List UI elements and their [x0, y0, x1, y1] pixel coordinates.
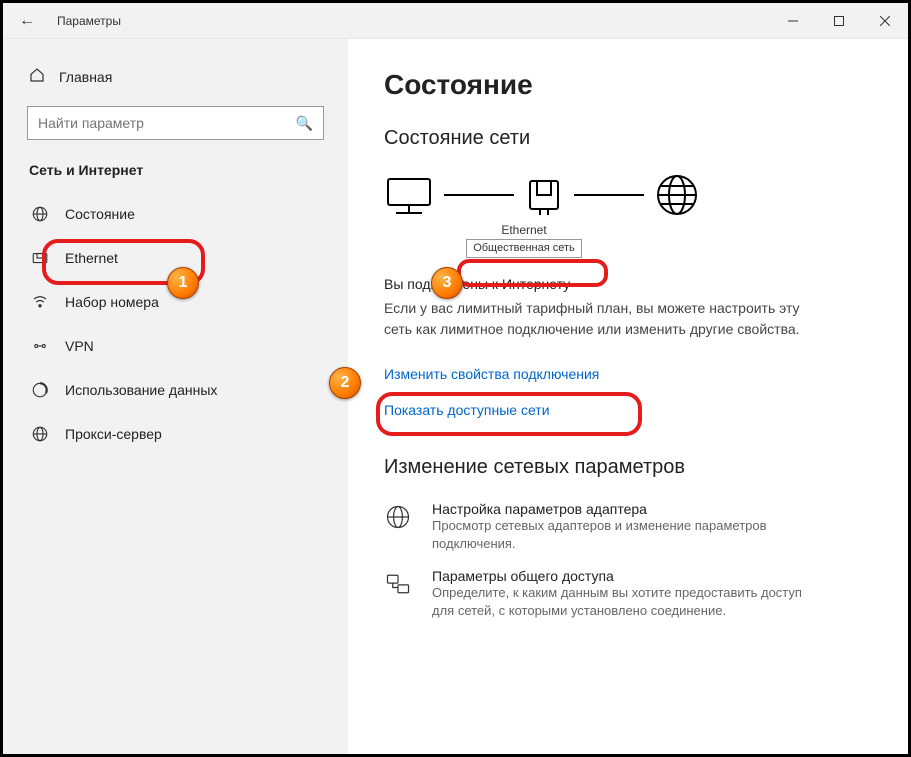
nav-item-ethernet[interactable]: Ethernet	[17, 236, 334, 280]
search-input[interactable]	[38, 115, 296, 131]
search-box[interactable]: 🔍	[27, 106, 324, 140]
search-icon: 🔍	[296, 115, 313, 132]
diagram-line	[444, 194, 514, 196]
computer-icon	[384, 175, 434, 215]
network-profile-label: Общественная сеть	[466, 239, 582, 258]
home-label: Главная	[59, 69, 112, 85]
maximize-button[interactable]	[816, 3, 862, 39]
back-button[interactable]: ←	[19, 12, 43, 30]
home-button[interactable]: Главная	[17, 61, 334, 92]
status-icon	[31, 205, 49, 223]
connected-heading: Вы подключены к Интернету	[384, 276, 872, 292]
connected-desc: Если у вас лимитный тарифный план, вы мо…	[384, 298, 824, 340]
nav-item-data-usage[interactable]: Использование данных	[17, 368, 334, 412]
network-diagram	[384, 172, 872, 218]
section-change-params: Изменение сетевых параметров	[384, 456, 872, 479]
adapter-settings-option[interactable]: Настройка параметров адаптера Просмотр с…	[384, 501, 872, 553]
dialup-icon	[31, 293, 49, 311]
option-desc: Определите, к каким данным вы хотите пре…	[432, 584, 812, 620]
sidebar: Главная 🔍 Сеть и Интернет Состояние Ethe…	[3, 39, 348, 754]
home-icon	[29, 67, 45, 86]
nav-item-vpn[interactable]: VPN	[17, 324, 334, 368]
show-available-networks-link[interactable]: Показать доступные сети	[384, 392, 872, 428]
data-usage-icon	[31, 381, 49, 399]
option-desc: Просмотр сетевых адаптеров и изменение п…	[432, 517, 812, 553]
nav-label: VPN	[65, 338, 94, 354]
minimize-button[interactable]	[770, 3, 816, 39]
adapter-name: Ethernet	[384, 222, 664, 239]
window-controls	[770, 3, 908, 39]
adapter-settings-icon	[384, 501, 416, 553]
section-status: Состояние сети	[384, 127, 872, 150]
globe-icon	[654, 172, 700, 218]
window-title: Параметры	[57, 14, 121, 28]
titlebar: ← Параметры	[3, 3, 908, 39]
nav-item-proxy[interactable]: Прокси-сервер	[17, 412, 334, 456]
nav-label: Ethernet	[65, 250, 118, 266]
close-button[interactable]	[862, 3, 908, 39]
option-title: Настройка параметров адаптера	[432, 501, 812, 517]
diagram-line	[574, 194, 644, 196]
page-title: Состояние	[384, 69, 872, 101]
router-icon	[524, 175, 564, 215]
change-connection-properties-link[interactable]: Изменить свойства подключения	[384, 356, 872, 392]
settings-window: ← Параметры Главная 🔍 Сеть и Интернет Со…	[0, 0, 911, 757]
option-title: Параметры общего доступа	[432, 568, 812, 584]
nav-label: Прокси-сервер	[65, 426, 162, 442]
nav-item-dialup[interactable]: Набор номера	[17, 280, 334, 324]
nav-item-status[interactable]: Состояние	[17, 192, 334, 236]
proxy-icon	[31, 425, 49, 443]
sharing-settings-icon	[384, 568, 416, 620]
body: Главная 🔍 Сеть и Интернет Состояние Ethe…	[3, 39, 908, 754]
nav-label: Использование данных	[65, 382, 217, 398]
vpn-icon	[31, 337, 49, 355]
nav-label: Набор номера	[65, 294, 159, 310]
ethernet-icon	[31, 249, 49, 267]
sidebar-heading: Сеть и Интернет	[17, 162, 334, 192]
diagram-caption: Ethernet Общественная сеть	[384, 222, 664, 258]
nav-label: Состояние	[65, 206, 135, 222]
sharing-settings-option[interactable]: Параметры общего доступа Определите, к к…	[384, 568, 872, 620]
content-area: Состояние Состояние сети Ethernet Общест…	[348, 39, 908, 754]
